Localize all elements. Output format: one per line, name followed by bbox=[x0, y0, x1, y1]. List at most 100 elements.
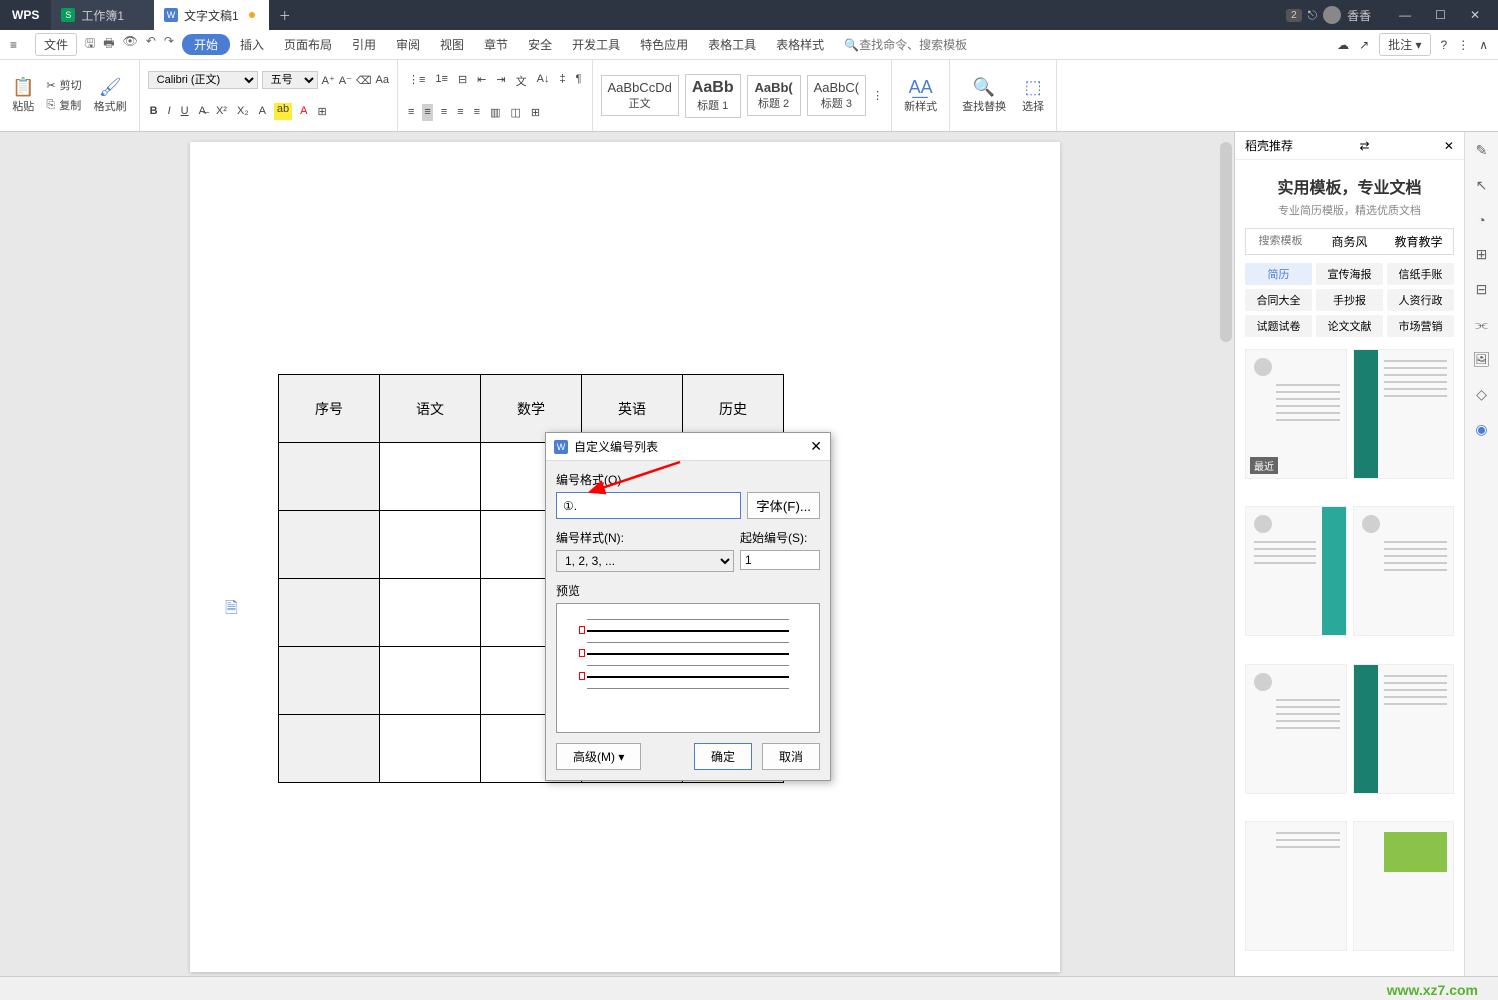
link-icon[interactable]: ⫘ bbox=[1475, 316, 1488, 333]
advanced-button[interactable]: 高级(M) ▾ bbox=[556, 743, 641, 770]
help-icon[interactable]: ? bbox=[1441, 38, 1448, 52]
tag-newspaper[interactable]: 手抄报 bbox=[1316, 289, 1383, 311]
notification-badge[interactable]: 2 bbox=[1286, 9, 1302, 22]
save-icon[interactable]: 🖫 bbox=[85, 34, 95, 55]
superscript-icon[interactable]: X² bbox=[214, 103, 229, 120]
table-cell[interactable] bbox=[380, 443, 481, 511]
tab-education[interactable]: 教育教学 bbox=[1384, 229, 1453, 254]
bold-icon[interactable]: B bbox=[148, 103, 160, 120]
format-painter-button[interactable]: 🖌格式刷 bbox=[90, 75, 131, 116]
cut-button[interactable]: ✂ 剪切 bbox=[44, 75, 83, 95]
find-replace-button[interactable]: 🔍查找替换 bbox=[958, 75, 1010, 116]
user-area[interactable]: 2 ⎋ 香香 bbox=[1276, 6, 1381, 24]
pencil-icon[interactable]: ✎ bbox=[1476, 142, 1488, 159]
columns-icon[interactable]: ▥ bbox=[488, 104, 502, 121]
table-cell[interactable] bbox=[279, 443, 380, 511]
preview-icon[interactable]: 👁 bbox=[123, 34, 138, 55]
menu-security[interactable]: 安全 bbox=[518, 36, 562, 53]
gift-icon[interactable]: ⎋ bbox=[1308, 8, 1318, 23]
template-item[interactable] bbox=[1245, 664, 1347, 794]
template-item[interactable] bbox=[1353, 821, 1455, 951]
text-effect-icon[interactable]: A bbox=[257, 103, 268, 120]
maximize-button[interactable]: ☐ bbox=[1427, 4, 1454, 26]
table-cell[interactable] bbox=[279, 715, 380, 783]
hamburger-icon[interactable]: ≡ bbox=[0, 38, 27, 52]
table-header[interactable]: 语文 bbox=[380, 375, 481, 443]
dialog-close-button[interactable]: ✕ bbox=[810, 438, 822, 455]
menu-layout[interactable]: 页面布局 bbox=[274, 36, 342, 53]
style-normal[interactable]: AaBbCcDd正文 bbox=[601, 75, 679, 116]
menu-features[interactable]: 特色应用 bbox=[630, 36, 698, 53]
sort-icon[interactable]: A↓ bbox=[535, 71, 552, 91]
subscript-icon[interactable]: X₂ bbox=[235, 103, 251, 120]
table-cell[interactable] bbox=[380, 511, 481, 579]
close-button[interactable]: ✕ bbox=[1462, 4, 1488, 26]
paste-button[interactable]: 📋粘贴 bbox=[8, 75, 38, 116]
tab-workbook[interactable]: S 工作簿1 bbox=[51, 0, 154, 30]
start-number-input[interactable] bbox=[740, 550, 820, 570]
line-spacing-icon[interactable]: ‡ bbox=[557, 71, 567, 91]
redo-icon[interactable]: ↷ bbox=[164, 34, 174, 55]
style-h1[interactable]: AaBb标题 1 bbox=[685, 74, 741, 118]
undo-icon[interactable]: ↶ bbox=[146, 34, 156, 55]
table-cell[interactable] bbox=[380, 647, 481, 715]
collapse-ribbon-icon[interactable]: ∧ bbox=[1479, 38, 1488, 52]
menu-tablestyle[interactable]: 表格样式 bbox=[766, 36, 834, 53]
tag-contract[interactable]: 合同大全 bbox=[1245, 289, 1312, 311]
increase-indent-icon[interactable]: ⇥ bbox=[494, 71, 507, 91]
phonetic-icon[interactable]: ⊞ bbox=[316, 103, 329, 120]
ok-button[interactable]: 确定 bbox=[694, 743, 752, 770]
align-right-icon[interactable]: ≡ bbox=[439, 104, 449, 121]
template-item[interactable] bbox=[1353, 506, 1455, 636]
table-cell[interactable] bbox=[380, 715, 481, 783]
minimize-button[interactable]: — bbox=[1391, 4, 1419, 26]
number-style-select[interactable]: 1, 2, 3, ... bbox=[556, 550, 734, 572]
menu-review[interactable]: 审阅 bbox=[386, 36, 430, 53]
borders-icon[interactable]: ⊞ bbox=[529, 104, 542, 121]
strikethrough-icon[interactable]: A̶ bbox=[197, 103, 208, 120]
template-item[interactable] bbox=[1353, 664, 1455, 794]
style-h2[interactable]: AaBb(标题 2 bbox=[747, 75, 801, 116]
command-search-input[interactable] bbox=[859, 38, 999, 52]
distribute-icon[interactable]: ≡ bbox=[472, 104, 482, 121]
align-justify-icon[interactable]: ≡ bbox=[455, 104, 465, 121]
menu-devtools[interactable]: 开发工具 bbox=[562, 36, 630, 53]
styles-more-icon[interactable]: ⋮ bbox=[872, 89, 883, 102]
table-cell[interactable] bbox=[380, 579, 481, 647]
underline-icon[interactable]: U bbox=[179, 103, 191, 120]
new-style-button[interactable]: A͟A新样式 bbox=[900, 75, 941, 116]
menu-start[interactable]: 开始 bbox=[182, 34, 230, 55]
template-item[interactable] bbox=[1353, 349, 1455, 479]
template-item[interactable]: 最近 bbox=[1245, 349, 1347, 479]
template-search[interactable] bbox=[1246, 229, 1315, 254]
table-cell[interactable] bbox=[279, 647, 380, 715]
dialog-titlebar[interactable]: W 自定义编号列表 ✕ bbox=[546, 433, 830, 461]
italic-icon[interactable]: I bbox=[166, 103, 173, 120]
bullets-icon[interactable]: ⋮≡ bbox=[406, 71, 427, 91]
style-h3[interactable]: AaBbC(标题 3 bbox=[807, 75, 867, 116]
menu-chapter[interactable]: 章节 bbox=[474, 36, 518, 53]
cancel-button[interactable]: 取消 bbox=[762, 743, 820, 770]
multilevel-icon[interactable]: ⊟ bbox=[456, 71, 469, 91]
table-header[interactable]: 序号 bbox=[279, 375, 380, 443]
table-cell[interactable] bbox=[279, 579, 380, 647]
number-format-input[interactable] bbox=[556, 492, 741, 519]
cursor-icon[interactable]: ↖ bbox=[1476, 177, 1488, 194]
tab-business[interactable]: 商务风 bbox=[1315, 229, 1384, 254]
menu-insert[interactable]: 插入 bbox=[230, 36, 274, 53]
menu-view[interactable]: 视图 bbox=[430, 36, 474, 53]
table-cell[interactable] bbox=[279, 511, 380, 579]
image-icon[interactable]: 🖼 bbox=[1473, 351, 1491, 368]
copy-button[interactable]: ⎘ 复制 bbox=[44, 95, 83, 115]
select-button[interactable]: ⬚选择 bbox=[1018, 75, 1048, 116]
template-item[interactable] bbox=[1245, 821, 1347, 951]
document-area[interactable]: 🗎 序号 语文 数学 英语 历史 W 自定义编号列表 ✕ 编号 bbox=[0, 132, 1234, 976]
shading-icon[interactable]: ◫ bbox=[509, 104, 523, 121]
share-icon[interactable]: ↗ bbox=[1359, 38, 1369, 52]
increase-font-icon[interactable]: A⁺ bbox=[322, 74, 335, 87]
align-left-icon[interactable]: ≡ bbox=[406, 104, 416, 121]
tag-resume[interactable]: 简历 bbox=[1245, 263, 1312, 285]
align-center-icon[interactable]: ≡ bbox=[422, 104, 432, 121]
file-menu[interactable]: 文件 bbox=[35, 33, 77, 56]
tag-poster[interactable]: 宣传海报 bbox=[1316, 263, 1383, 285]
